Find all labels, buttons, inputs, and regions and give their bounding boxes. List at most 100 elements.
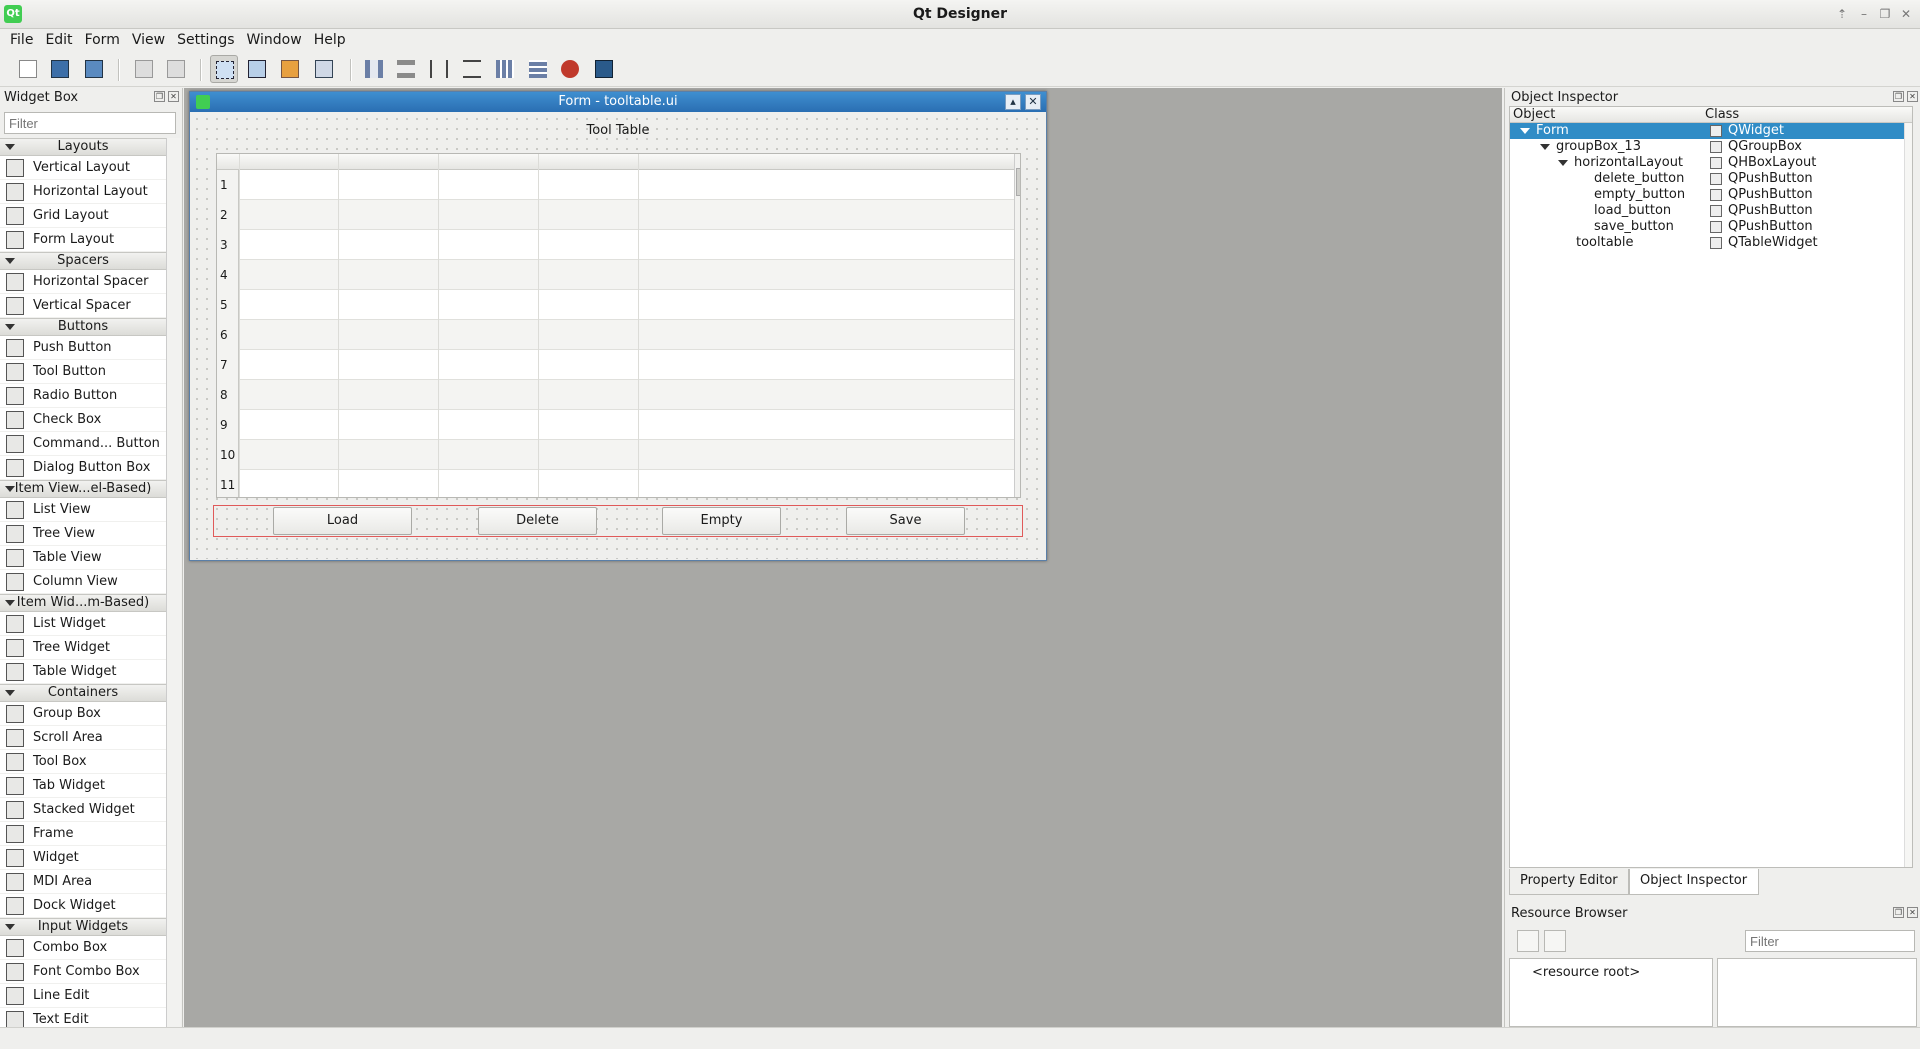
dock-float-icon[interactable]: ❐ <box>1893 91 1904 102</box>
resource-filter-input[interactable] <box>1745 930 1915 952</box>
widget-item[interactable]: Tab Widget <box>0 774 166 798</box>
widget-item[interactable]: Table Widget <box>0 660 166 684</box>
widget-item[interactable]: Dock Widget <box>0 894 166 918</box>
adjust-size-icon[interactable] <box>590 55 618 83</box>
new-form-icon[interactable] <box>14 55 42 83</box>
horizontal-splitter-icon[interactable] <box>425 55 453 83</box>
widget-item[interactable]: Command... Button <box>0 432 166 456</box>
widget-item[interactable]: Tree Widget <box>0 636 166 660</box>
resource-root-item[interactable]: <resource root> <box>1532 965 1640 980</box>
row-number[interactable]: 6 <box>220 320 238 350</box>
row-number[interactable]: 2 <box>220 200 238 230</box>
widget-item[interactable]: Check Box <box>0 408 166 432</box>
object-tree-row[interactable]: Form QWidget <box>1510 123 1912 139</box>
table-row[interactable] <box>239 470 1014 497</box>
table-row[interactable] <box>239 380 1014 410</box>
widget-item[interactable]: Group Box <box>0 702 166 726</box>
table-row[interactable] <box>239 320 1014 350</box>
widget-item[interactable]: Push Button <box>0 336 166 360</box>
object-inspector-scrollbar[interactable] <box>1904 123 1912 867</box>
object-tree-row[interactable]: load_button QPushButton <box>1510 203 1912 219</box>
resource-tree[interactable]: <resource root> <box>1509 958 1713 1027</box>
edit-buddies-icon[interactable] <box>276 55 304 83</box>
widget-item[interactable]: Stacked Widget <box>0 798 166 822</box>
object-tree-row[interactable]: delete_button QPushButton <box>1510 171 1912 187</box>
edit-signals-slots-icon[interactable] <box>243 55 271 83</box>
widget-category-header[interactable]: Buttons <box>0 318 166 336</box>
row-number[interactable]: 3 <box>220 230 238 260</box>
break-layout-icon[interactable] <box>556 55 584 83</box>
widget-item[interactable]: Text Edit <box>0 1008 166 1027</box>
widget-item[interactable]: MDI Area <box>0 870 166 894</box>
widget-item[interactable]: Dialog Button Box <box>0 456 166 480</box>
widget-item[interactable]: Widget <box>0 846 166 870</box>
row-number[interactable]: 9 <box>220 410 238 440</box>
dock-close-icon[interactable]: ✕ <box>168 91 179 102</box>
maximize-icon[interactable]: ❐ <box>1876 5 1894 23</box>
open-form-icon[interactable] <box>46 55 74 83</box>
widget-item[interactable]: Combo Box <box>0 936 166 960</box>
widget-item[interactable]: Vertical Layout <box>0 156 166 180</box>
widget-box-scrollbar[interactable] <box>166 138 181 1027</box>
expand-arrow-icon[interactable] <box>1558 160 1568 166</box>
close-icon[interactable]: ✕ <box>1897 5 1915 23</box>
widget-item[interactable]: Scroll Area <box>0 726 166 750</box>
menu-settings[interactable]: Settings <box>171 32 240 48</box>
row-number[interactable]: 1 <box>220 170 238 200</box>
row-number[interactable]: 10 <box>220 440 238 470</box>
menu-form[interactable]: Form <box>79 32 126 48</box>
row-number[interactable]: 7 <box>220 350 238 380</box>
header-class[interactable]: Class <box>1705 107 1739 122</box>
save-button[interactable]: Save <box>846 507 965 535</box>
lay-out-vertically-icon[interactable] <box>392 55 420 83</box>
reload-icon[interactable] <box>1544 930 1566 952</box>
widget-category-header[interactable]: Layouts <box>0 138 166 156</box>
widget-category-header[interactable]: Item Wid...m-Based) <box>0 594 166 612</box>
widget-item[interactable]: Horizontal Spacer <box>0 270 166 294</box>
load-button[interactable]: Load <box>273 507 412 535</box>
header-object[interactable]: Object <box>1513 107 1555 122</box>
object-tree-row[interactable]: tooltable QTableWidget <box>1510 235 1912 251</box>
dock-float-icon[interactable]: ❐ <box>154 91 165 102</box>
menu-view[interactable]: View <box>126 32 171 48</box>
widget-item[interactable]: Tool Box <box>0 750 166 774</box>
empty-button[interactable]: Empty <box>662 507 781 535</box>
delete-button[interactable]: Delete <box>478 507 597 535</box>
widget-category-header[interactable]: Item View...el-Based) <box>0 480 166 498</box>
object-tree-row[interactable]: save_button QPushButton <box>1510 219 1912 235</box>
table-row[interactable] <box>239 440 1014 470</box>
widget-category-header[interactable]: Spacers <box>0 252 166 270</box>
object-inspector-tree[interactable]: Object Class Form QWidget groupBox_13 QGrou… <box>1509 106 1913 868</box>
menu-help[interactable]: Help <box>308 32 352 48</box>
resource-view[interactable] <box>1717 958 1917 1027</box>
widget-item[interactable]: Table View <box>0 546 166 570</box>
table-row[interactable] <box>239 230 1014 260</box>
widget-category-header[interactable]: Containers <box>0 684 166 702</box>
object-tree-row[interactable]: groupBox_13 QGroupBox <box>1510 139 1912 155</box>
table-row[interactable] <box>239 260 1014 290</box>
object-tree-row[interactable]: horizontalLayout QHBoxLayout <box>1510 155 1912 171</box>
lay-out-form-icon[interactable] <box>524 55 552 83</box>
lay-out-horizontally-icon[interactable] <box>360 55 388 83</box>
edit-tab-order-icon[interactable] <box>310 55 338 83</box>
widget-box-filter-input[interactable] <box>4 112 176 134</box>
object-tree-row[interactable]: empty_button QPushButton <box>1510 187 1912 203</box>
send-to-back-icon[interactable] <box>162 55 190 83</box>
table-scrollbar[interactable] <box>1014 154 1020 497</box>
form-close-icon[interactable]: ✕ <box>1025 94 1041 110</box>
table-row[interactable] <box>239 170 1014 200</box>
widget-item[interactable]: Line Edit <box>0 984 166 1008</box>
widget-item[interactable]: Form Layout <box>0 228 166 252</box>
table-row[interactable] <box>239 200 1014 230</box>
scrollbar-thumb[interactable] <box>1016 168 1020 196</box>
widget-item[interactable]: Vertical Spacer <box>0 294 166 318</box>
widget-item[interactable]: Tool Button <box>0 360 166 384</box>
tab-object-inspector[interactable]: Object Inspector <box>1629 869 1759 895</box>
widget-item[interactable]: Font Combo Box <box>0 960 166 984</box>
save-form-icon[interactable] <box>80 55 108 83</box>
bring-to-front-icon[interactable] <box>130 55 158 83</box>
edit-widgets-icon[interactable] <box>210 55 238 83</box>
dock-close-icon[interactable]: ✕ <box>1907 91 1918 102</box>
edit-resources-icon[interactable] <box>1517 930 1539 952</box>
row-number[interactable]: 11 <box>220 470 238 497</box>
